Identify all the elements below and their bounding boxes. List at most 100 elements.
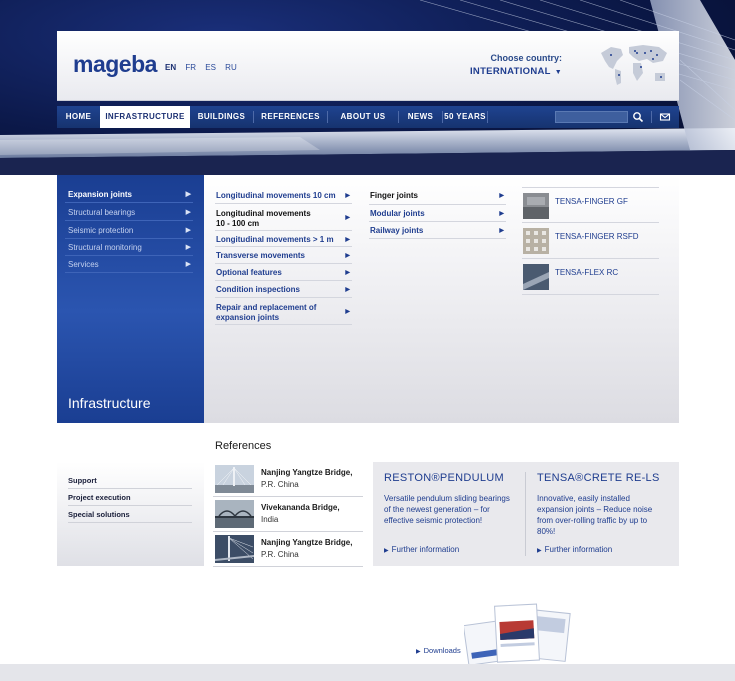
- nav-home[interactable]: HOME: [57, 106, 100, 128]
- chevron-right-icon: ▶: [185, 209, 191, 216]
- chevron-right-icon: ▶: [345, 270, 350, 276]
- submenu-item-condition-inspections[interactable]: Condition inspections ▶: [215, 281, 352, 298]
- special-solutions-link[interactable]: Special solutions: [68, 506, 192, 523]
- promo-title: RESTON®PENDULUM: [384, 472, 504, 484]
- nav-infrastructure[interactable]: INFRASTRUCTURE: [100, 106, 190, 128]
- reference-item[interactable]: Vivekananda Bridge, India: [213, 497, 363, 532]
- search-icon[interactable]: [631, 110, 645, 124]
- language-switcher: EN FR ES RU: [165, 63, 244, 72]
- further-information-link[interactable]: ▶ Further information: [537, 545, 612, 554]
- product-thumbnail: [523, 193, 549, 219]
- sidebar: Expansion joints ▶ Structural bearings ▶ S…: [57, 175, 204, 423]
- chevron-right-icon: ▶: [345, 287, 350, 293]
- product-thumbnail: [523, 228, 549, 254]
- promo-text-line: effective seismic protection!: [384, 516, 483, 525]
- submenu-item-railway-joints[interactable]: Railway joints ▶: [369, 222, 506, 239]
- nav-50-years[interactable]: 50 YEARS: [443, 106, 487, 128]
- further-information-link[interactable]: ▶ Further information: [384, 545, 459, 554]
- reference-country: P.R. China: [261, 550, 299, 559]
- chevron-right-icon: ▶: [499, 211, 504, 217]
- submenu-item-optional-features[interactable]: Optional features ▶: [215, 264, 352, 281]
- reference-name: Vivekananda Bridge,: [261, 503, 340, 512]
- chevron-right-icon: ▶: [345, 193, 350, 199]
- promo-box: RESTON®PENDULUM Versatile pendulum slidi…: [373, 462, 679, 566]
- promo-text-line: expansion joints – Reduce noise: [537, 505, 653, 514]
- submenu-item-repair-replacement[interactable]: Repair and replacement of expansion join…: [215, 298, 352, 325]
- product-item[interactable]: TENSA-FLEX RC: [522, 259, 659, 295]
- world-map-icon[interactable]: [597, 39, 671, 89]
- main-nav: HOME INFRASTRUCTURE BUILDINGS REFERENCES…: [57, 106, 679, 128]
- project-execution-link[interactable]: Project execution: [68, 489, 192, 506]
- submenu-label: Condition inspections: [216, 285, 300, 294]
- sidebar-item-structural-monitoring[interactable]: Structural monitoring ▶: [65, 239, 193, 256]
- promo-reston-pendulum: RESTON®PENDULUM Versatile pendulum slidi…: [384, 472, 519, 526]
- mail-icon[interactable]: [658, 110, 672, 124]
- search-input[interactable]: [555, 111, 628, 123]
- lang-es[interactable]: ES: [205, 63, 216, 72]
- country-value: INTERNATIONAL: [469, 66, 551, 77]
- product-item[interactable]: TENSA-FINGER RSFD: [522, 223, 659, 259]
- sidebar-item-services[interactable]: Services ▶: [65, 256, 193, 273]
- chevron-right-icon: ▶: [537, 548, 542, 554]
- product-name: TENSA-FINGER GF: [555, 197, 628, 206]
- submenu-label: Repair and replacement of expansion join…: [216, 303, 317, 322]
- references-heading: References: [215, 440, 272, 452]
- bridge-thumbnail: [215, 535, 254, 563]
- brochures-image[interactable]: [464, 603, 579, 665]
- submenu-item-finger-joints[interactable]: Finger joints ▶: [369, 187, 506, 205]
- promo-tensacrete: TENSA®CRETE RE-LS Innovative, easily ins…: [537, 472, 672, 537]
- submenu-item-longitudinal-over-1m[interactable]: Longitudinal movements > 1 m ▶: [215, 231, 352, 247]
- lang-fr[interactable]: FR: [185, 63, 196, 72]
- reference-item[interactable]: Nanjing Yangtze Bridge, P.R. China: [213, 462, 363, 497]
- submenu-label: Longitudinal movements > 1 m: [216, 235, 334, 244]
- choose-country-label: Choose country:: [490, 53, 562, 63]
- sidebar-item-label: Seismic protection: [68, 226, 134, 235]
- chevron-right-icon: ▶: [345, 215, 350, 221]
- footer: [0, 664, 735, 681]
- submenu-label: Railway joints: [370, 226, 424, 235]
- promo-text: Innovative, easily installed expansion j…: [537, 493, 672, 537]
- submenu-item-longitudinal-10-100cm[interactable]: Longitudinal movements 10 - 100 cm ▶: [215, 205, 352, 231]
- nav-buildings[interactable]: BUILDINGS: [190, 106, 253, 128]
- reference-name: Nanjing Yangtze Bridge,: [261, 468, 353, 477]
- section-title: Infrastructure: [68, 395, 151, 411]
- link-label: Further information: [544, 545, 613, 554]
- reference-item[interactable]: Nanjing Yangtze Bridge, P.R. China: [213, 532, 363, 567]
- sidebar-item-expansion-joints[interactable]: Expansion joints ▶: [65, 186, 193, 203]
- submenu-item-transverse[interactable]: Transverse movements ▶: [215, 247, 352, 264]
- nav-about-us[interactable]: ABOUT US: [328, 106, 398, 128]
- chevron-right-icon: ▶: [185, 191, 191, 198]
- submenu-item-modular-joints[interactable]: Modular joints ▶: [369, 205, 506, 222]
- sidebar-item-label: Structural bearings: [68, 208, 136, 217]
- bridge-thumbnail: [215, 465, 254, 493]
- submenu-item-longitudinal-10cm[interactable]: Longitudinal movements 10 cm ▶: [215, 187, 352, 204]
- product-name: TENSA-FINGER RSFD: [555, 232, 639, 241]
- submenu-label: Finger joints: [370, 191, 418, 200]
- nav-news[interactable]: NEWS: [399, 106, 442, 128]
- product-item[interactable]: TENSA-FINGER GF: [522, 187, 659, 223]
- mageba-logo[interactable]: mageba: [73, 51, 157, 78]
- nav-divider: [651, 111, 652, 123]
- downloads-link[interactable]: ▶ Downloads: [416, 646, 461, 655]
- chevron-right-icon: ▶: [185, 227, 191, 234]
- reference-country: India: [261, 515, 279, 524]
- promo-text: Versatile pendulum sliding bearings of t…: [384, 493, 519, 526]
- divider: [525, 472, 526, 556]
- country-dropdown[interactable]: INTERNATIONAL ▼: [470, 66, 562, 77]
- lang-ru[interactable]: RU: [225, 63, 237, 72]
- sidebar-item-seismic-protection[interactable]: Seismic protection ▶: [65, 222, 193, 239]
- promo-title: TENSA®CRETE RE-LS: [537, 472, 660, 484]
- promo-text-line: from over-rolling traffic by up to: [537, 516, 648, 525]
- chevron-right-icon: ▶: [185, 261, 191, 268]
- service-links-box: Support Project execution Special soluti…: [57, 462, 204, 566]
- page: mageba EN FR ES RU Choose country: INTER…: [0, 0, 735, 681]
- country-selector[interactable]: Choose country: INTERNATIONAL ▼: [470, 53, 562, 77]
- nav-references[interactable]: REFERENCES: [254, 106, 327, 128]
- support-link[interactable]: Support: [68, 472, 192, 489]
- sidebar-item-structural-bearings[interactable]: Structural bearings ▶: [65, 204, 193, 221]
- sidebar-item-label: Structural monitoring: [68, 243, 142, 252]
- chevron-right-icon: ▶: [416, 649, 421, 655]
- lang-en[interactable]: EN: [165, 63, 176, 72]
- chevron-right-icon: ▶: [345, 253, 350, 259]
- bridge-thumbnail: [215, 500, 254, 528]
